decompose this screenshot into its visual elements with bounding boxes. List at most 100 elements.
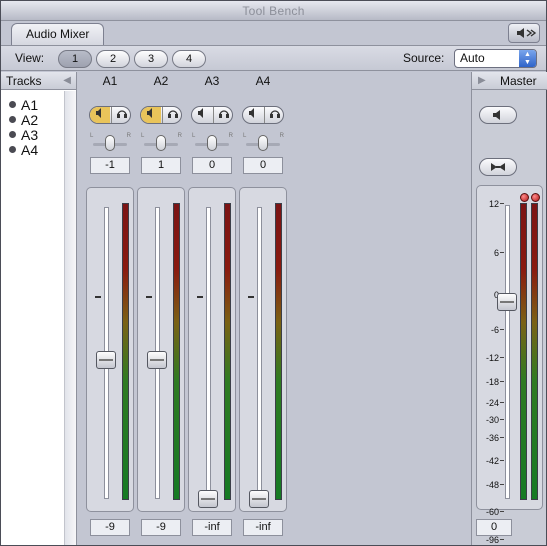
track-item-a2[interactable]: A2 bbox=[9, 113, 38, 127]
mute-button[interactable] bbox=[243, 107, 263, 123]
pan-slider-knob[interactable] bbox=[258, 135, 268, 151]
db-scale-tick bbox=[500, 419, 504, 420]
db-scale-label: -18 bbox=[485, 377, 499, 387]
master-mute-button[interactable] bbox=[479, 106, 517, 124]
headphones-icon bbox=[269, 110, 280, 118]
view-button-3[interactable]: 3 bbox=[134, 50, 168, 68]
headphones-icon bbox=[167, 110, 178, 118]
solo-button[interactable] bbox=[213, 107, 233, 123]
fader-knob[interactable] bbox=[147, 351, 167, 370]
master-pane: ▶ Master 12 6 0 -6 -12 -18 -24 -30 -36 -42 -48 -60 -… bbox=[471, 72, 547, 545]
clip-indicator-right-icon[interactable] bbox=[531, 193, 540, 202]
pan-value[interactable]: 0 bbox=[243, 157, 283, 174]
track-label: A4 bbox=[21, 142, 39, 158]
pan-slider-knob[interactable] bbox=[104, 135, 115, 151]
pan-slider-knob[interactable] bbox=[156, 135, 167, 151]
master-link-button[interactable] bbox=[479, 158, 517, 176]
clip-indicator-left-icon[interactable] bbox=[520, 193, 529, 202]
master-volume-value[interactable]: 0 bbox=[476, 519, 512, 536]
fader-knob[interactable] bbox=[198, 490, 218, 508]
solo-button[interactable] bbox=[162, 107, 182, 123]
fader-knob[interactable] bbox=[249, 490, 269, 508]
view-button-1[interactable]: 1 bbox=[58, 50, 92, 68]
db-scale-label: -24 bbox=[485, 398, 499, 408]
mute-solo-control bbox=[191, 106, 233, 124]
volume-value[interactable]: -9 bbox=[141, 519, 181, 536]
unity-tick bbox=[197, 296, 203, 298]
pan-left-mark: L bbox=[243, 133, 247, 139]
db-scale-tick bbox=[500, 539, 504, 540]
mixer-toolbar: View: 1 2 3 4 Source: Auto ▲ ▼ bbox=[1, 45, 546, 71]
volume-value[interactable]: -9 bbox=[90, 519, 130, 536]
tab-strip: Audio Mixer bbox=[1, 21, 546, 45]
track-item-a4[interactable]: A4 bbox=[9, 143, 38, 157]
master-meter-left bbox=[520, 203, 527, 500]
tool-bench-window: Tool Bench Audio Mixer View: 1 2 3 4 Sou… bbox=[0, 0, 547, 546]
strip-name: A2 bbox=[153, 74, 169, 88]
source-select[interactable]: Auto ▲ ▼ bbox=[454, 49, 537, 68]
master-fader-track[interactable] bbox=[505, 205, 510, 499]
channel-strip-a1: A1 L R -1 -9 bbox=[85, 72, 135, 545]
track-label: A2 bbox=[21, 112, 39, 128]
mute-button[interactable] bbox=[192, 107, 212, 123]
channel-strip-a4: A4 L R 0 -inf bbox=[238, 72, 288, 545]
tab-audio-mixer[interactable]: Audio Mixer bbox=[11, 23, 105, 45]
fader-knob[interactable] bbox=[96, 351, 116, 370]
track-item-a3[interactable]: A3 bbox=[9, 128, 38, 142]
pan-value[interactable]: -1 bbox=[90, 157, 130, 174]
db-scale-label: -60 bbox=[485, 507, 499, 517]
collapse-left-icon[interactable]: ◀ bbox=[63, 72, 71, 90]
pan-value[interactable]: 1 bbox=[141, 157, 181, 174]
mute-solo-control bbox=[140, 106, 182, 124]
db-scale-label: -96 bbox=[485, 535, 499, 545]
db-scale-tick bbox=[500, 402, 504, 403]
unity-tick bbox=[248, 296, 254, 298]
db-scale-label: -30 bbox=[485, 415, 499, 425]
tracks-scrollbar[interactable] bbox=[64, 91, 76, 545]
strip-name: A1 bbox=[102, 74, 118, 88]
headphones-icon bbox=[116, 110, 127, 118]
pan-right-mark: R bbox=[228, 133, 233, 139]
pan-right-mark: R bbox=[177, 133, 182, 139]
tracks-title: Tracks bbox=[6, 74, 42, 88]
speaker-icon bbox=[198, 108, 203, 118]
level-meter bbox=[173, 203, 180, 500]
bullet-icon bbox=[9, 101, 16, 108]
db-scale-label: -12 bbox=[485, 353, 499, 363]
volume-value[interactable]: -inf bbox=[192, 519, 232, 536]
volume-value[interactable]: -inf bbox=[243, 519, 283, 536]
mixer-empty-area bbox=[290, 72, 471, 545]
bullet-icon bbox=[9, 116, 16, 123]
speaker-icon bbox=[493, 110, 500, 120]
speaker-icon[interactable] bbox=[508, 23, 540, 43]
master-fader-knob[interactable] bbox=[497, 293, 517, 312]
select-arrows-icon: ▲ ▼ bbox=[519, 50, 536, 67]
pan-value[interactable]: 0 bbox=[192, 157, 232, 174]
mute-button[interactable] bbox=[90, 107, 110, 123]
solo-button[interactable] bbox=[264, 107, 284, 123]
strip-name: A4 bbox=[255, 74, 271, 88]
fader-track[interactable] bbox=[257, 207, 262, 499]
track-item-a1[interactable]: A1 bbox=[9, 98, 38, 112]
bullet-icon bbox=[9, 131, 16, 138]
unity-tick bbox=[146, 296, 152, 298]
mute-button[interactable] bbox=[141, 107, 161, 123]
db-scale-label: -48 bbox=[485, 480, 499, 490]
pan-left-mark: L bbox=[90, 133, 94, 139]
view-label: View: bbox=[15, 51, 45, 65]
db-scale-tick bbox=[500, 329, 504, 330]
channel-strip-a2: A2 L R 1 -9 bbox=[136, 72, 186, 545]
pan-right-mark: R bbox=[279, 133, 284, 139]
view-button-2[interactable]: 2 bbox=[96, 50, 130, 68]
db-scale-tick bbox=[500, 357, 504, 358]
solo-button[interactable] bbox=[111, 107, 131, 123]
speaker-icon bbox=[249, 108, 254, 118]
window-title: Tool Bench bbox=[1, 1, 546, 21]
expand-right-icon[interactable]: ▶ bbox=[478, 72, 486, 90]
view-button-4[interactable]: 4 bbox=[172, 50, 206, 68]
db-scale-tick bbox=[500, 203, 504, 204]
master-header: ▶ Master bbox=[472, 72, 547, 90]
fader-track[interactable] bbox=[206, 207, 211, 499]
master-title: Master bbox=[500, 74, 537, 88]
pan-slider-knob[interactable] bbox=[207, 135, 217, 151]
